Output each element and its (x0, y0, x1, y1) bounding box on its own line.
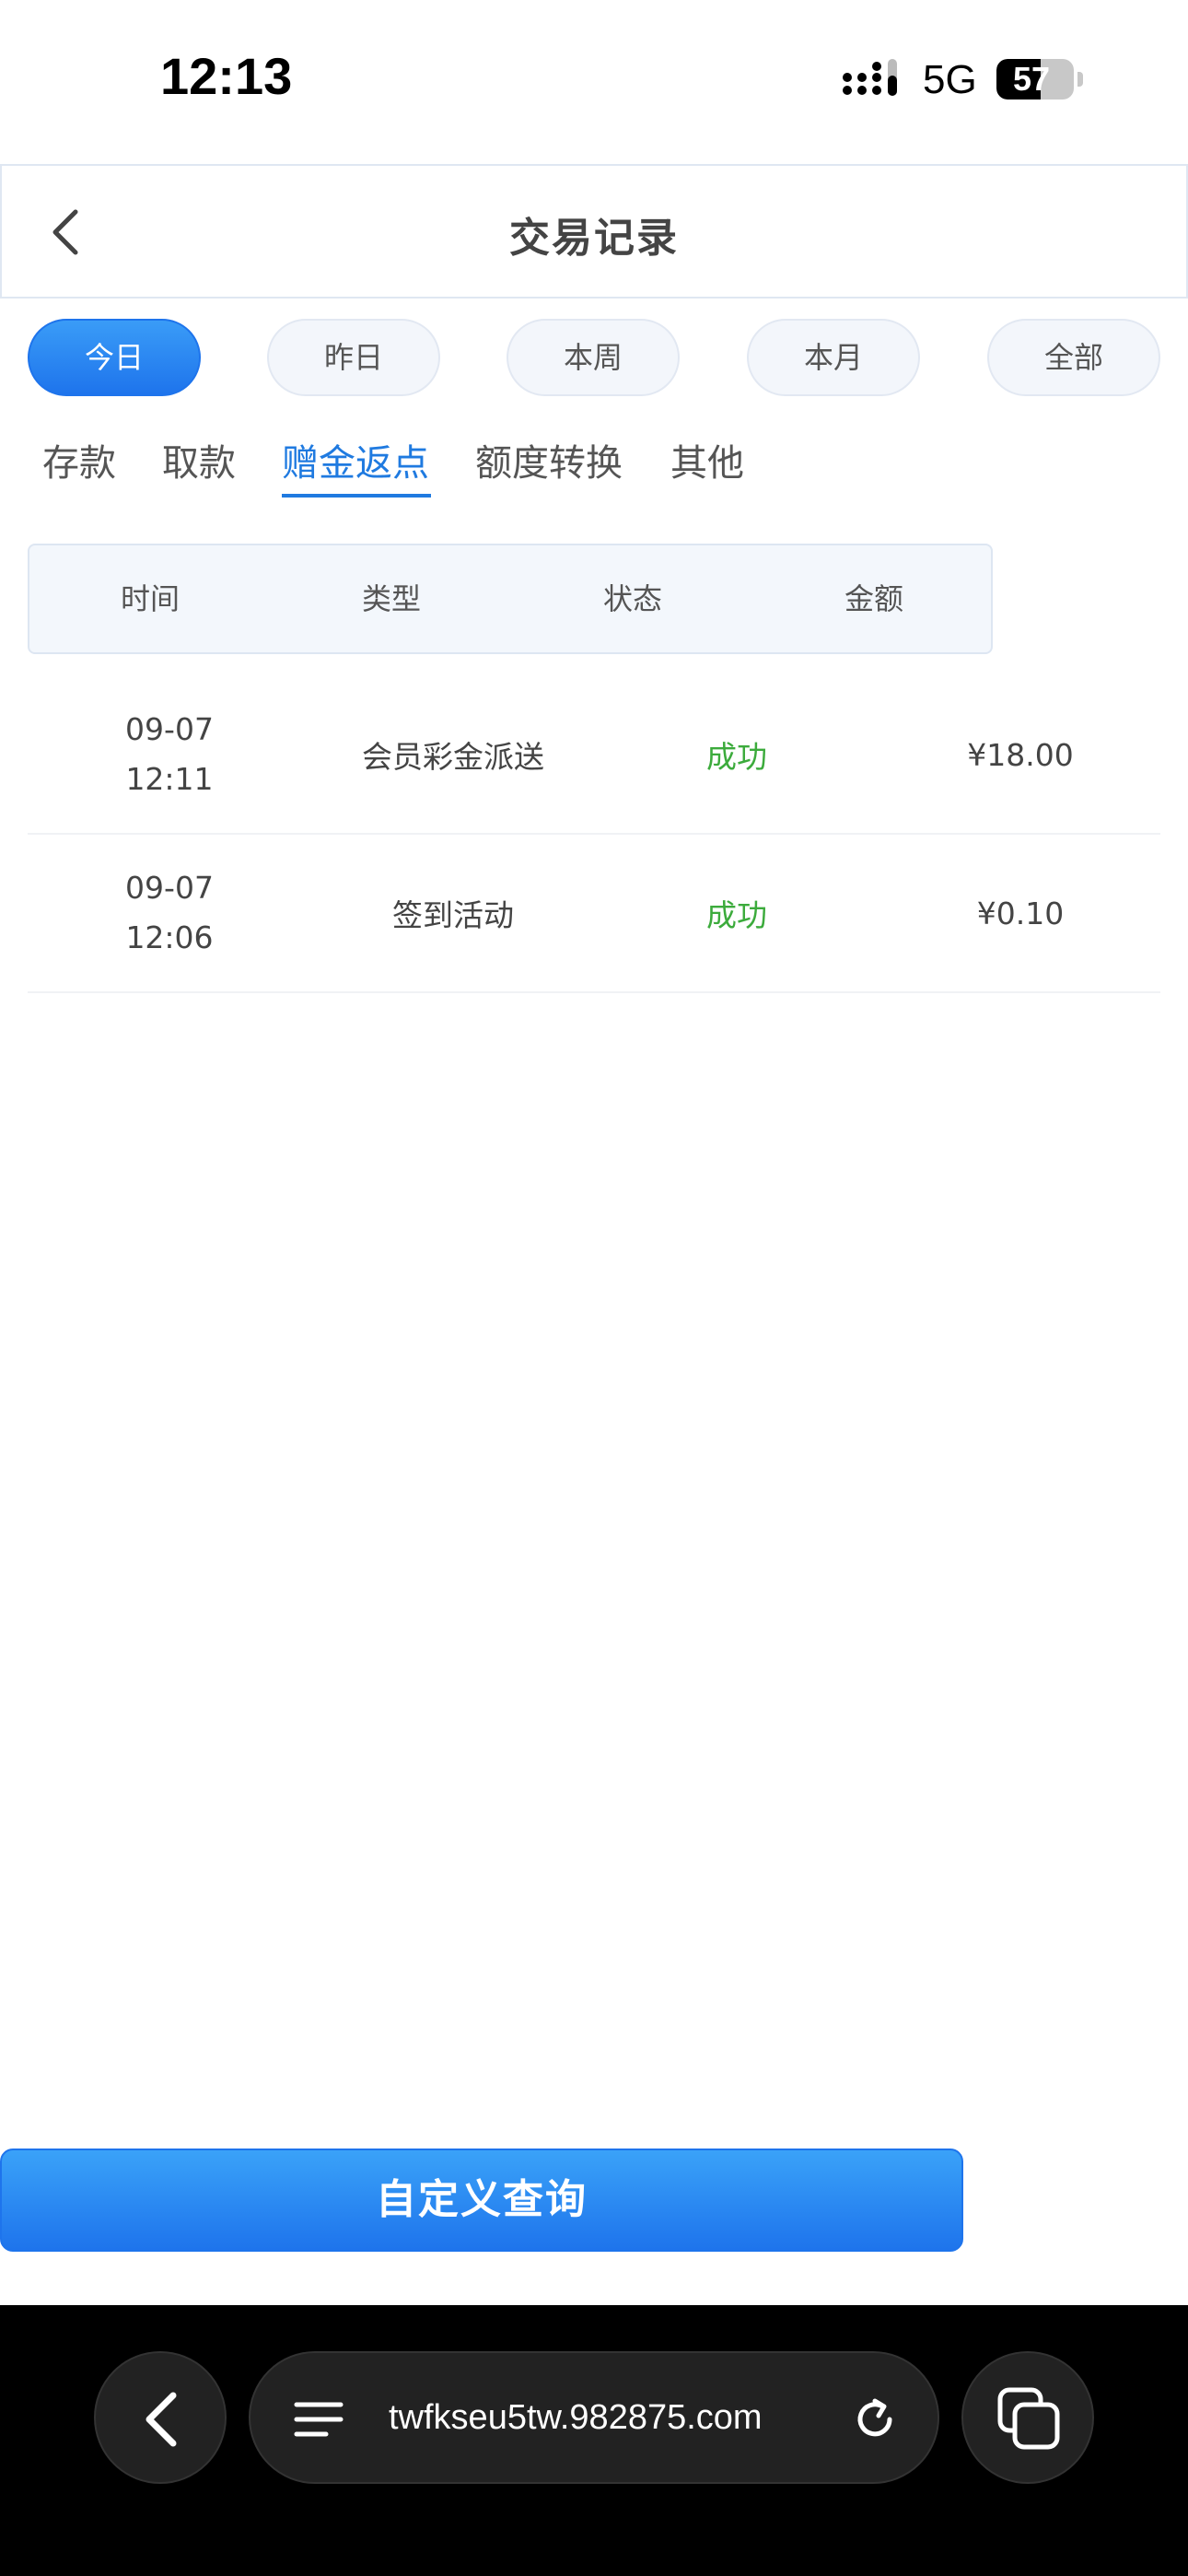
cell-status: 成功 (706, 739, 767, 775)
address-bar[interactable]: twfkseu5tw.982875.com (249, 2351, 939, 2484)
reload-icon[interactable] (851, 2395, 899, 2443)
cell-type: 签到活动 (392, 897, 514, 933)
cell-status: 成功 (706, 897, 767, 933)
column-header-type: 类型 (361, 581, 421, 616)
status-time: 12:13 (160, 47, 293, 105)
column-header-amount: 金额 (844, 581, 903, 616)
tab-other[interactable]: 其他 (670, 433, 744, 486)
date-filter-all[interactable]: 全部 (987, 319, 1160, 396)
page-title: 交易记录 (509, 215, 679, 262)
cell-time: 09-07 12:06 (28, 835, 311, 991)
cell-clock: 12:11 (125, 761, 214, 797)
browser-toolbar: twfkseu5tw.982875.com (0, 2305, 1188, 2576)
custom-query-button[interactable]: 自定义查询 (0, 2149, 963, 2252)
column-header-status: 状态 (602, 581, 662, 616)
category-tabs: 存款 取款 赠金返点 额度转换 其他 (0, 424, 1188, 507)
table-body: 09-07 12:11 会员彩金派送 成功 ¥18.00 09-07 12:06… (28, 676, 1160, 993)
page: 12:13 5G 57 交易记录 今日 昨日 本周 本月 全部 存款 取款 赠金 (0, 0, 1188, 2576)
battery-icon: 57 (996, 59, 1074, 100)
tab-bonus-rebate[interactable]: 赠金返点 (282, 433, 429, 486)
column-header-time: 时间 (120, 581, 180, 616)
table-row: 09-07 12:06 签到活动 成功 ¥0.10 (28, 835, 1160, 993)
table-header: 时间 类型 状态 金额 (28, 544, 993, 654)
cell-amount: ¥18.00 (967, 736, 1074, 773)
tab-deposit[interactable]: 存款 (42, 433, 116, 486)
chevron-left-icon (146, 2392, 177, 2447)
signal-icon (843, 59, 897, 96)
cell-time: 09-07 12:11 (28, 676, 311, 833)
active-tab-underline (282, 494, 431, 498)
date-filter-yesterday[interactable]: 昨日 (267, 319, 440, 396)
cell-type: 会员彩金派送 (362, 739, 544, 775)
nav-header: 交易记录 (0, 164, 1188, 299)
tabs-button[interactable] (961, 2351, 1094, 2484)
battery-level: 57 (1012, 60, 1051, 98)
date-filter-today[interactable]: 今日 (28, 319, 201, 396)
cell-clock: 12:06 (125, 919, 214, 955)
date-filters: 今日 昨日 本周 本月 全部 (28, 319, 1160, 396)
url-text: twfkseu5tw.982875.com (389, 2398, 763, 2437)
browser-back-button[interactable] (94, 2351, 227, 2484)
cell-date: 09-07 (125, 711, 214, 747)
menu-icon[interactable] (293, 2399, 344, 2440)
date-filter-this-week[interactable]: 本周 (507, 319, 680, 396)
status-bar: 12:13 5G 57 (0, 0, 1188, 164)
cell-date: 09-07 (125, 870, 214, 906)
tab-credit-transfer[interactable]: 额度转换 (475, 433, 623, 486)
tab-withdraw[interactable]: 取款 (162, 433, 236, 486)
cell-amount: ¥0.10 (976, 895, 1065, 931)
table-row: 09-07 12:11 会员彩金派送 成功 ¥18.00 (28, 676, 1160, 835)
date-filter-this-month[interactable]: 本月 (747, 319, 920, 396)
tabs-icon (997, 2387, 1060, 2450)
network-label: 5G (923, 57, 977, 102)
battery-nub (1077, 72, 1083, 87)
